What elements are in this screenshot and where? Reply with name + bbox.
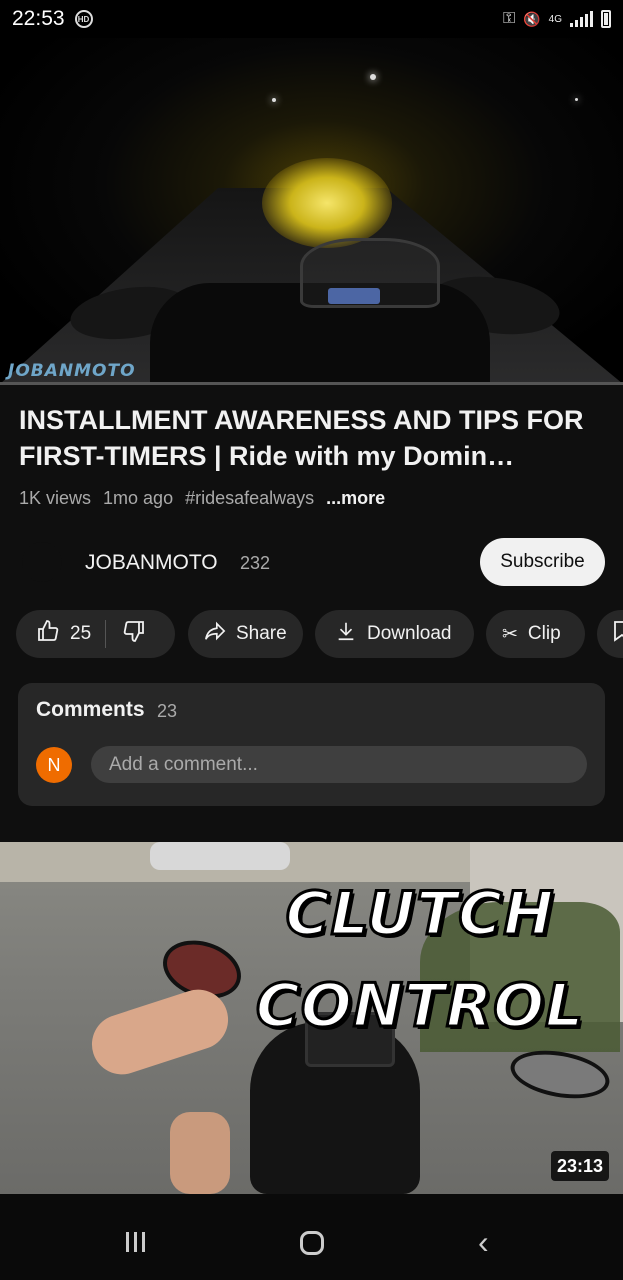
status-icons: ⚿ 🔇 4G bbox=[503, 10, 611, 28]
comments-section[interactable]: Comments 23 N bbox=[18, 683, 605, 806]
share-button[interactable]: Share bbox=[188, 610, 303, 658]
thumbnail-title-line1: CLUTCH bbox=[284, 878, 555, 951]
thumb-foot bbox=[170, 1112, 230, 1194]
video-player[interactable]: JOBANMOTO bbox=[0, 38, 623, 384]
channel-avatar[interactable] bbox=[22, 542, 62, 582]
comments-title: Comments bbox=[36, 698, 145, 721]
comments-count: 23 bbox=[157, 701, 178, 721]
scissors-icon: ✂ bbox=[502, 623, 518, 645]
user-avatar: N bbox=[36, 747, 72, 783]
next-video-thumbnail[interactable]: CLUTCH CONTROL 23:13 bbox=[0, 842, 623, 1194]
clip-button[interactable]: ✂ Clip bbox=[486, 610, 585, 658]
thumbs-up-icon[interactable] bbox=[36, 619, 60, 649]
more-link[interactable]: ...more bbox=[326, 488, 385, 509]
download-button[interactable]: Download bbox=[315, 610, 474, 658]
share-label: Share bbox=[236, 623, 287, 644]
mute-icon: 🔇 bbox=[523, 10, 541, 27]
status-time: 22:53 bbox=[12, 7, 65, 30]
network-type: 4G bbox=[548, 13, 562, 25]
download-icon bbox=[335, 620, 357, 648]
video-frame-light bbox=[575, 98, 578, 101]
key-icon: ⚿ bbox=[503, 10, 516, 27]
video-frame-dash bbox=[328, 288, 380, 304]
video-meta[interactable]: 1K views 1mo ago #ridesafealways ...more bbox=[19, 488, 385, 509]
like-dislike-pill: 25 bbox=[16, 610, 175, 658]
duration-badge: 23:13 bbox=[551, 1151, 610, 1181]
subscriber-count: 232 bbox=[240, 553, 271, 573]
clip-label: Clip bbox=[527, 623, 561, 644]
like-count[interactable]: 25 bbox=[70, 623, 91, 645]
thumb-car bbox=[150, 842, 290, 870]
thumb-right-mirror bbox=[506, 1043, 614, 1106]
recent-apps-icon[interactable] bbox=[126, 1232, 145, 1252]
save-button[interactable] bbox=[597, 610, 623, 658]
bookmark-icon bbox=[613, 620, 623, 648]
hashtag[interactable]: #ridesafealways bbox=[185, 488, 314, 509]
status-bar: 22:53 HD ⚿ 🔇 4G bbox=[0, 0, 623, 38]
channel-name[interactable]: JOBANMOTO bbox=[85, 551, 218, 575]
download-label: Download bbox=[367, 623, 452, 644]
pill-divider bbox=[105, 620, 107, 648]
thumbnail-title-line2: CONTROL bbox=[254, 970, 585, 1043]
status-left: 22:53 HD bbox=[12, 7, 93, 31]
video-frame-light bbox=[272, 98, 276, 102]
thumb-arm bbox=[84, 981, 236, 1083]
video-title[interactable]: INSTALLMENT AWARENESS AND TIPS FOR FIRST… bbox=[19, 402, 609, 474]
upload-age: 1mo ago bbox=[103, 488, 174, 508]
comment-input[interactable] bbox=[91, 746, 587, 783]
share-icon bbox=[204, 620, 226, 648]
signal-icon bbox=[570, 11, 593, 27]
subscribe-button[interactable]: Subscribe bbox=[480, 538, 605, 586]
home-icon[interactable] bbox=[300, 1231, 324, 1255]
view-count: 1K views bbox=[19, 488, 92, 508]
thumbnail-title: CLUTCH CONTROL bbox=[250, 868, 590, 1052]
video-progress-bar[interactable] bbox=[0, 382, 623, 385]
action-bar: 25 Share Download ✂ Clip bbox=[0, 610, 623, 658]
channel-row[interactable]: JOBANMOTO 232 Subscribe bbox=[0, 536, 623, 588]
channel-watermark: JOBANMOTO bbox=[8, 361, 136, 381]
video-frame-light bbox=[370, 74, 376, 80]
battery-icon bbox=[601, 10, 611, 28]
back-icon[interactable]: ‹ bbox=[478, 1224, 489, 1261]
system-nav-bar: ‹ bbox=[0, 1194, 623, 1280]
thumbs-down-icon[interactable] bbox=[122, 619, 146, 649]
video-frame-headlight bbox=[262, 158, 392, 248]
hd-icon: HD bbox=[74, 10, 93, 28]
